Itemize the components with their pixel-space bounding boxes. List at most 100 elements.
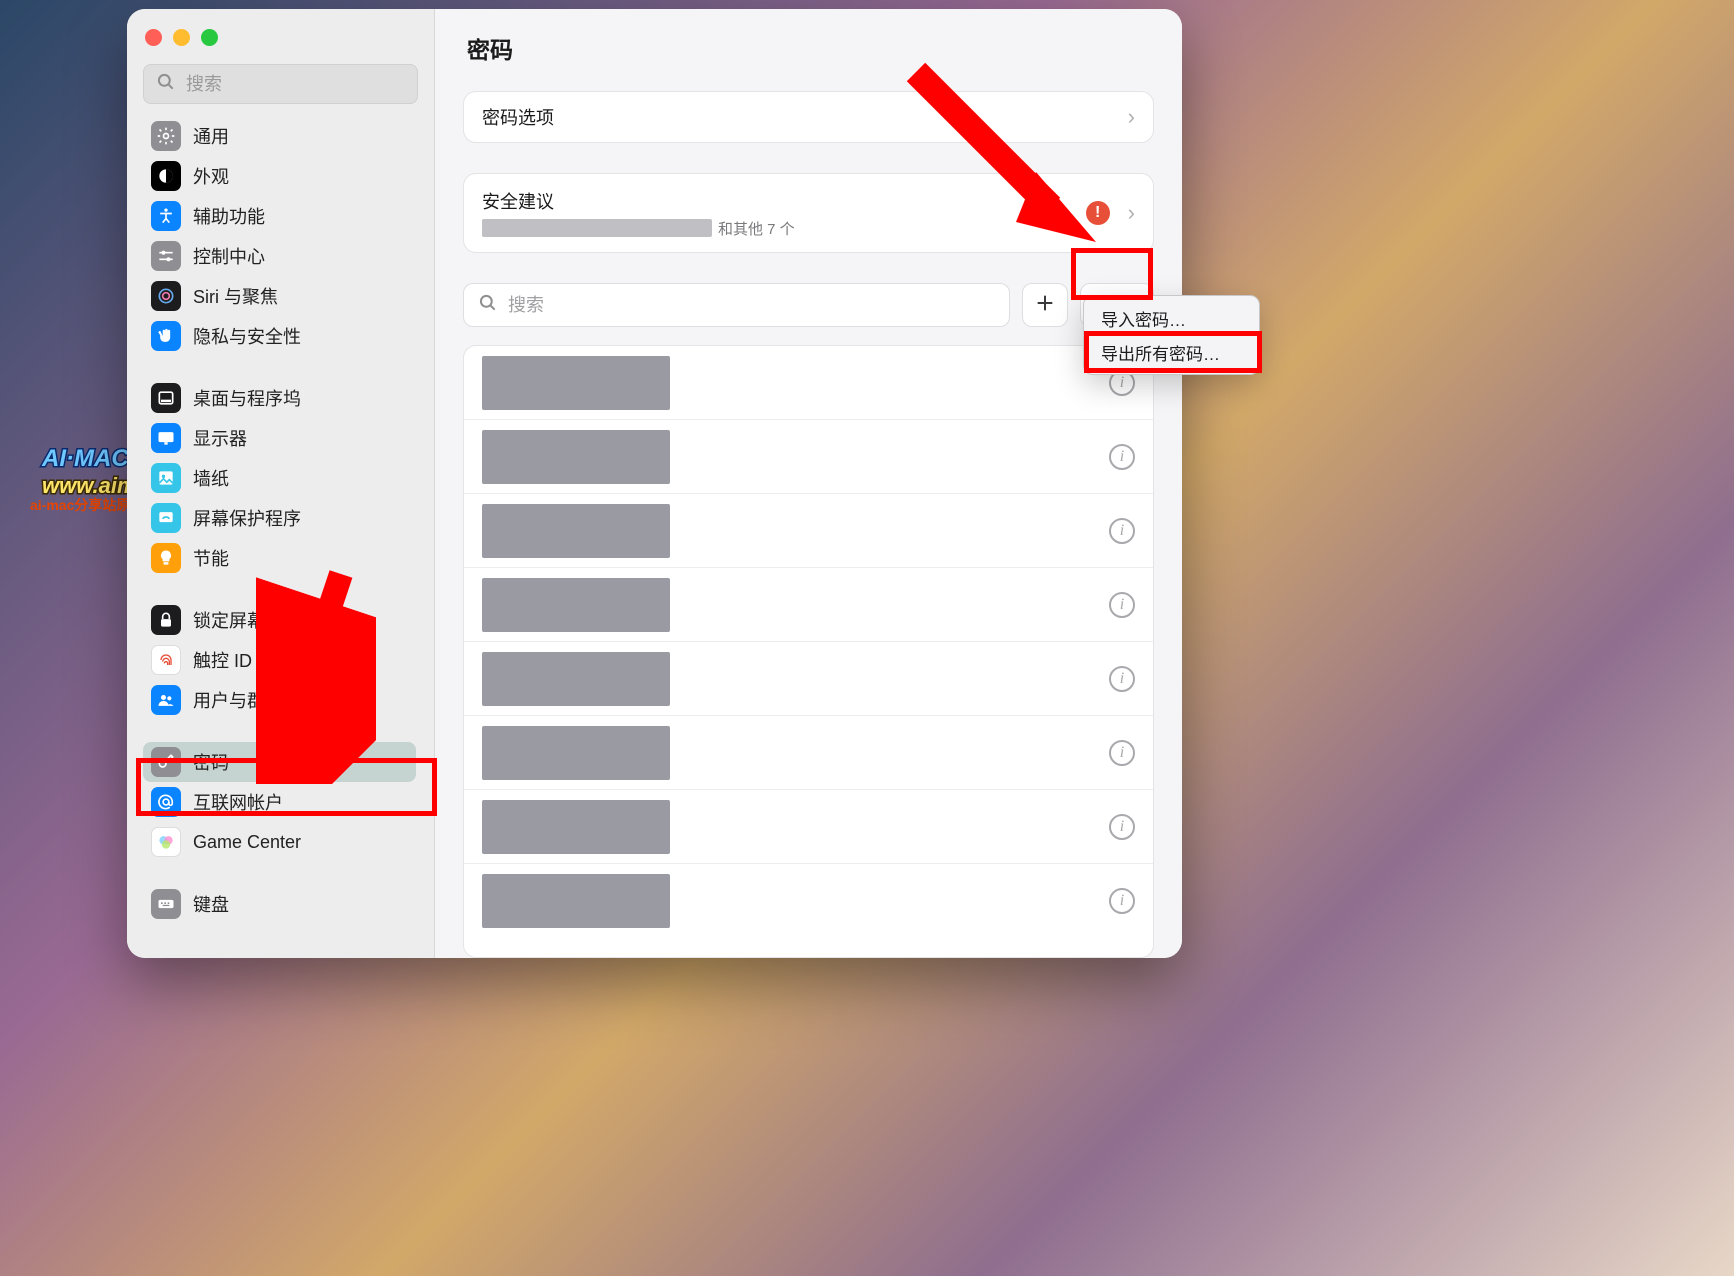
info-icon[interactable]: i: [1109, 740, 1135, 766]
sidebar-item-sliders[interactable]: 控制中心: [143, 236, 416, 276]
gear-icon: [151, 121, 181, 151]
info-icon[interactable]: i: [1109, 666, 1135, 692]
info-icon[interactable]: i: [1109, 888, 1135, 914]
menu-export-all-passwords[interactable]: 导出所有密码…: [1089, 335, 1254, 369]
search-icon: [478, 293, 498, 318]
warning-icon: !: [1086, 201, 1110, 225]
sidebar-item-label: 通用: [193, 123, 229, 149]
gamecenter-icon: [151, 827, 181, 857]
sidebar-item-label: 键盘: [193, 891, 229, 917]
window-controls: [127, 21, 434, 64]
sidebar-item-label: 触控 ID 与密码: [193, 647, 311, 673]
fullscreen-button[interactable]: [201, 29, 218, 46]
redacted-block: [482, 578, 670, 632]
search-icon: [156, 72, 176, 97]
plus-icon: [1034, 292, 1056, 319]
more-actions-menu: 导入密码… 导出所有密码…: [1083, 295, 1260, 375]
sidebar-item-display[interactable]: 显示器: [143, 418, 416, 458]
password-row[interactable]: i: [464, 642, 1153, 716]
sidebar-item-lock[interactable]: 锁定屏幕: [143, 600, 416, 640]
passwords-search[interactable]: [463, 283, 1010, 327]
sidebar-item-label: 节能: [193, 545, 229, 571]
sidebar-item-label: 密码: [193, 749, 229, 775]
sidebar-item-label: 屏幕保护程序: [193, 505, 301, 531]
sidebar-item-users[interactable]: 用户与群组: [143, 680, 416, 720]
sidebar-item-label: Siri 与聚焦: [193, 283, 278, 309]
sidebar-item-label: 控制中心: [193, 243, 265, 269]
bulb-icon: [151, 543, 181, 573]
at-icon: [151, 787, 181, 817]
sidebar-item-label: 墙纸: [193, 465, 229, 491]
sidebar-item-label: 隐私与安全性: [193, 323, 301, 349]
appearance-icon: [151, 161, 181, 191]
page-title: 密码: [467, 31, 1154, 65]
sidebar-search-input[interactable]: [186, 74, 418, 95]
key-icon: [151, 747, 181, 777]
sidebar-item-label: 锁定屏幕: [193, 607, 265, 633]
add-password-button[interactable]: [1022, 283, 1068, 327]
sidebar-item-gear[interactable]: 通用: [143, 116, 416, 156]
hand-icon: [151, 321, 181, 351]
password-options-label: 密码选项: [482, 104, 554, 130]
accessibility-icon: [151, 201, 181, 231]
info-icon[interactable]: i: [1109, 444, 1135, 470]
sidebar-item-siri[interactable]: Siri 与聚焦: [143, 276, 416, 316]
password-row[interactable]: i: [464, 346, 1153, 420]
users-icon: [151, 685, 181, 715]
minimize-button[interactable]: [173, 29, 190, 46]
content-pane: 密码 密码选项 › 安全建议 和其他 7 个 ! ›: [435, 9, 1182, 958]
sidebar-item-keyboard[interactable]: 键盘: [143, 884, 416, 924]
redacted-block: [482, 874, 670, 928]
sidebar-item-at[interactable]: 互联网帐户: [143, 782, 416, 822]
sidebar-item-appearance[interactable]: 外观: [143, 156, 416, 196]
sidebar-item-label: 互联网帐户: [193, 789, 283, 815]
dock-icon: [151, 383, 181, 413]
passwords-search-input[interactable]: [508, 295, 995, 316]
password-row[interactable]: i: [464, 568, 1153, 642]
sidebar-item-bulb[interactable]: 节能: [143, 538, 416, 578]
sidebar-search[interactable]: [143, 64, 418, 104]
display-icon: [151, 423, 181, 453]
sidebar-list: 通用外观辅助功能控制中心 Siri 与聚焦隐私与安全性桌面与程序坞显示器墙纸屏幕保…: [127, 116, 434, 958]
sidebar-item-key[interactable]: 密码: [143, 742, 416, 782]
keyboard-icon: [151, 889, 181, 919]
password-row[interactable]: i: [464, 494, 1153, 568]
chevron-right-icon: ›: [1128, 104, 1135, 130]
close-button[interactable]: [145, 29, 162, 46]
wallpaper-icon: [151, 463, 181, 493]
sidebar-item-accessibility[interactable]: 辅助功能: [143, 196, 416, 236]
menu-import-passwords[interactable]: 导入密码…: [1089, 301, 1254, 335]
redacted-block: [482, 430, 670, 484]
sidebar-item-fingerprint[interactable]: 触控 ID 与密码: [143, 640, 416, 680]
passwords-list: iiiiiiii: [463, 345, 1154, 958]
redacted-block: [482, 726, 670, 780]
redacted-block: [482, 652, 670, 706]
info-icon[interactable]: i: [1109, 518, 1135, 544]
sidebar-item-label: 用户与群组: [193, 687, 283, 713]
sidebar-item-screensaver[interactable]: 屏幕保护程序: [143, 498, 416, 538]
sidebar: 通用外观辅助功能控制中心 Siri 与聚焦隐私与安全性桌面与程序坞显示器墙纸屏幕保…: [127, 9, 435, 958]
sidebar-item-label: Game Center: [193, 832, 301, 853]
sidebar-item-hand[interactable]: 隐私与安全性: [143, 316, 416, 356]
sidebar-item-dock[interactable]: 桌面与程序坞: [143, 378, 416, 418]
info-icon[interactable]: i: [1109, 592, 1135, 618]
password-row[interactable]: i: [464, 420, 1153, 494]
siri-icon: [151, 281, 181, 311]
security-recommendations-row[interactable]: 安全建议 和其他 7 个 ! ›: [463, 173, 1154, 253]
chevron-right-icon: ›: [1128, 200, 1135, 226]
screensaver-icon: [151, 503, 181, 533]
sidebar-item-wallpaper[interactable]: 墙纸: [143, 458, 416, 498]
sidebar-item-label: 桌面与程序坞: [193, 385, 301, 411]
security-subtitle: 和其他 7 个: [482, 218, 795, 239]
password-options-row[interactable]: 密码选项 ›: [463, 91, 1154, 143]
info-icon[interactable]: i: [1109, 814, 1135, 840]
fingerprint-icon: [151, 645, 181, 675]
lock-icon: [151, 605, 181, 635]
security-title: 安全建议: [482, 188, 795, 214]
sidebar-item-gamecenter[interactable]: Game Center: [143, 822, 416, 862]
password-row[interactable]: i: [464, 716, 1153, 790]
password-row[interactable]: i: [464, 790, 1153, 864]
password-row[interactable]: i: [464, 864, 1153, 938]
sliders-icon: [151, 241, 181, 271]
redacted-block: [482, 356, 670, 410]
